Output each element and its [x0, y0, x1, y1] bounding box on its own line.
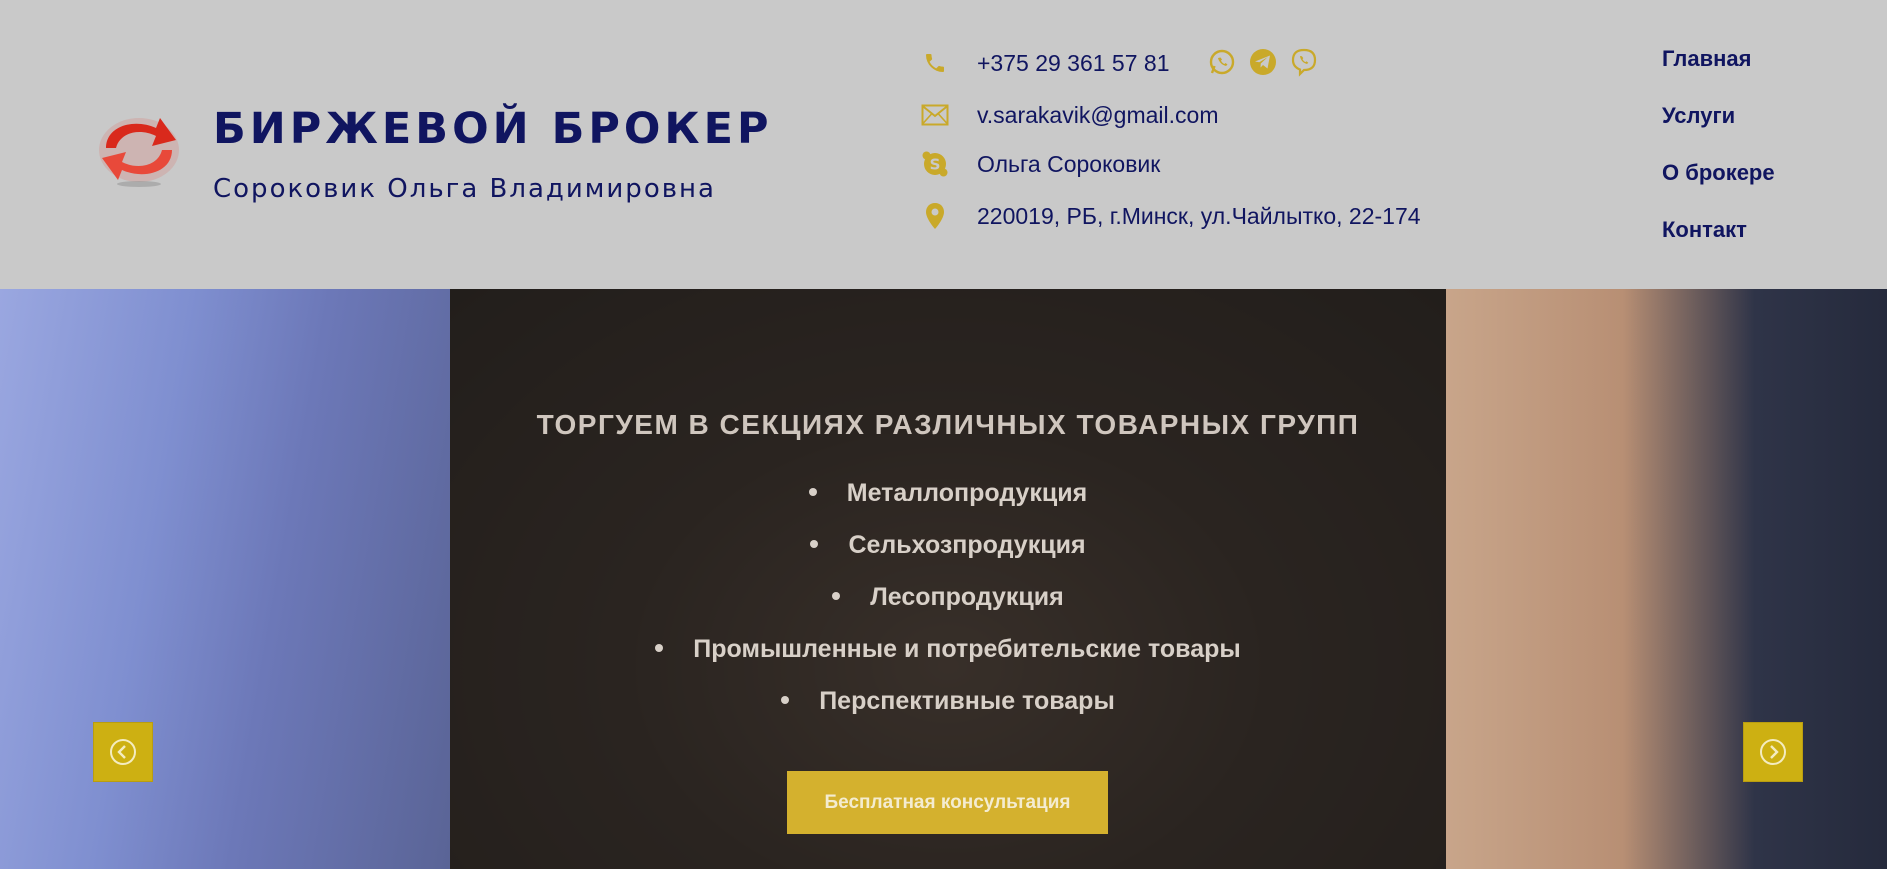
list-item: Перспективные товары — [450, 675, 1446, 727]
bullet-icon — [781, 696, 790, 705]
brand-title[interactable]: БИРЖЕВОЙ БРОКЕР — [213, 104, 772, 154]
bullet-icon — [655, 644, 664, 653]
list-item: Металлопродукция — [450, 467, 1446, 519]
list-item: Сельхозпродукция — [450, 519, 1446, 571]
hero-image-shirt-sleeve — [0, 289, 450, 869]
email-address[interactable]: v.sarakavik@gmail.com — [977, 97, 1218, 133]
phone-number[interactable]: +375 29 361 57 81 — [977, 45, 1170, 81]
hero-slider: ТОРГУЕМ В СЕКЦИЯХ РАЗЛИЧНЫХ ТОВАРНЫХ ГРУ… — [0, 289, 1887, 869]
product-groups-list: Металлопродукция Сельхозпродукция Лесопр… — [450, 467, 1446, 727]
list-item: Лесопродукция — [450, 571, 1446, 623]
exchange-arrows-icon[interactable] — [94, 108, 184, 188]
contact-address-row: 220019, РБ, г.Минск, ул.Чайлытко, 22-174 — [918, 198, 1421, 234]
nav-item-services[interactable]: Услуги — [1662, 101, 1775, 158]
slider-next-button[interactable] — [1743, 722, 1803, 782]
chevron-left-icon — [110, 739, 136, 765]
free-consultation-button[interactable]: Бесплатная консультация — [787, 771, 1108, 834]
bullet-icon — [810, 540, 819, 549]
list-item: Промышленные и потребительские товары — [450, 623, 1446, 675]
location-pin-icon — [918, 199, 952, 233]
main-nav: Главная Услуги О брокере Контакт — [1662, 44, 1775, 272]
slider-prev-button[interactable] — [93, 722, 153, 782]
nav-item-contact[interactable]: Контакт — [1662, 215, 1775, 272]
telegram-icon[interactable] — [1248, 47, 1278, 77]
nav-item-about[interactable]: О брокере — [1662, 158, 1775, 215]
skype-icon: S — [918, 147, 952, 181]
brand-subtitle: Сороковик Ольга Владимировна — [213, 174, 716, 204]
contact-skype-row: S Ольга Сороковик — [918, 146, 1160, 182]
hero-image-forearm — [1446, 289, 1887, 869]
hero-title: ТОРГУЕМ В СЕКЦИЯХ РАЗЛИЧНЫХ ТОВАРНЫХ ГРУ… — [536, 409, 1360, 440]
messenger-links — [1207, 47, 1319, 77]
svg-text:S: S — [930, 156, 941, 174]
chevron-right-icon — [1760, 739, 1786, 765]
bullet-icon — [832, 592, 841, 601]
phone-icon — [918, 46, 952, 80]
viber-icon[interactable] — [1289, 47, 1319, 77]
nav-item-home[interactable]: Главная — [1662, 44, 1775, 101]
bullet-icon — [808, 488, 817, 497]
contact-email-row: v.sarakavik@gmail.com — [918, 97, 1218, 133]
mail-icon — [918, 98, 952, 132]
skype-name[interactable]: Ольга Сороковик — [977, 146, 1160, 182]
contact-phone-row: +375 29 361 57 81 — [918, 45, 1317, 81]
address-text: 220019, РБ, г.Минск, ул.Чайлытко, 22-174 — [977, 203, 1421, 229]
whatsapp-icon[interactable] — [1207, 47, 1237, 77]
site-header: БИРЖЕВОЙ БРОКЕР Сороковик Ольга Владимир… — [0, 0, 1887, 289]
